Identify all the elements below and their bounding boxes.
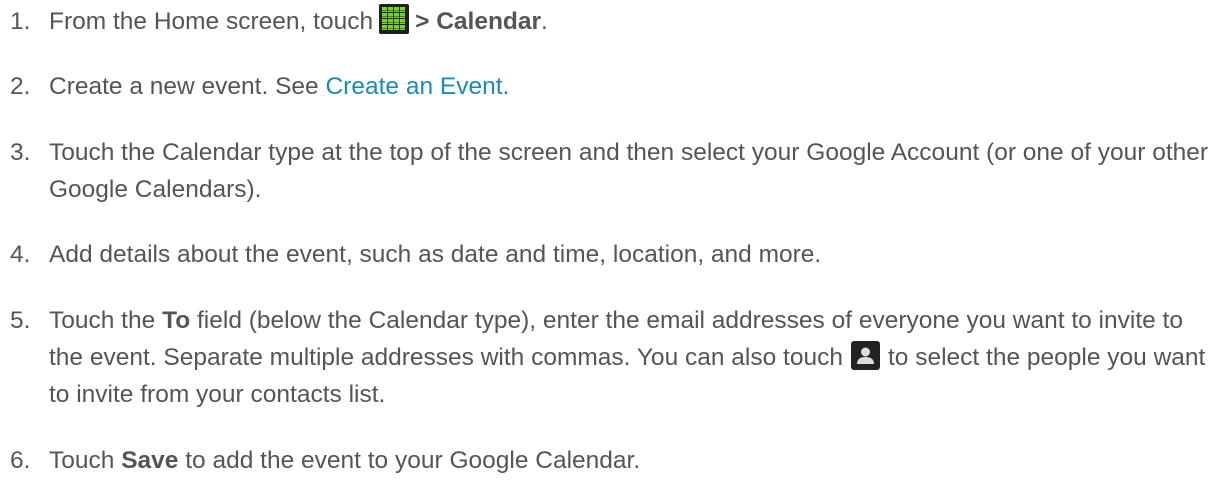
step-number: 2. (10, 73, 31, 100)
list-item: 4. Add details about the event, such as … (0, 236, 1214, 273)
create-event-link[interactable]: Create an Event (325, 73, 502, 100)
step-text-part: From the Home screen, touch (49, 8, 374, 35)
step-number: 6. (10, 447, 31, 474)
step-number: 5. (10, 307, 31, 334)
to-field-label: To (162, 307, 191, 334)
contact-person-icon (851, 341, 880, 370)
save-label: Save (121, 447, 179, 474)
apps-grid-icon (379, 4, 410, 34)
step-number: 3. (10, 139, 31, 166)
list-item: 3. Touch the Calendar type at the top of… (0, 134, 1214, 208)
step-text: From the Home screen, touch > Calendar. (49, 3, 1214, 40)
list-item: 1. From the Home screen, touch > Calenda… (0, 3, 1214, 40)
step-text: Touch the To field (below the Calendar t… (49, 302, 1214, 413)
list-item: 5. Touch the To field (below the Calenda… (0, 302, 1214, 413)
step-text-part: Touch (49, 447, 122, 474)
step-number: 4. (10, 241, 31, 268)
step-text-part: Touch the (49, 307, 163, 334)
list-item: 2. Create a new event. See Create an Eve… (0, 68, 1214, 105)
step-text: Create a new event. See Create an Event. (49, 68, 1214, 105)
calendar-menu-label: > Calendar (415, 8, 542, 35)
step-text-part: . (502, 73, 510, 100)
list-item: 6. Touch Save to add the event to your G… (0, 442, 1214, 479)
step-text: Touch the Calendar type at the top of th… (49, 139, 1209, 203)
step-text: Add details about the event, such as dat… (49, 241, 822, 268)
step-text-part: Create a new event. See (49, 73, 326, 100)
step-text-part: . (541, 8, 548, 35)
step-text: Touch Save to add the event to your Goog… (49, 442, 1214, 479)
step-number: 1. (10, 8, 31, 35)
step-text-part: to add the event to your Google Calendar… (178, 447, 641, 474)
